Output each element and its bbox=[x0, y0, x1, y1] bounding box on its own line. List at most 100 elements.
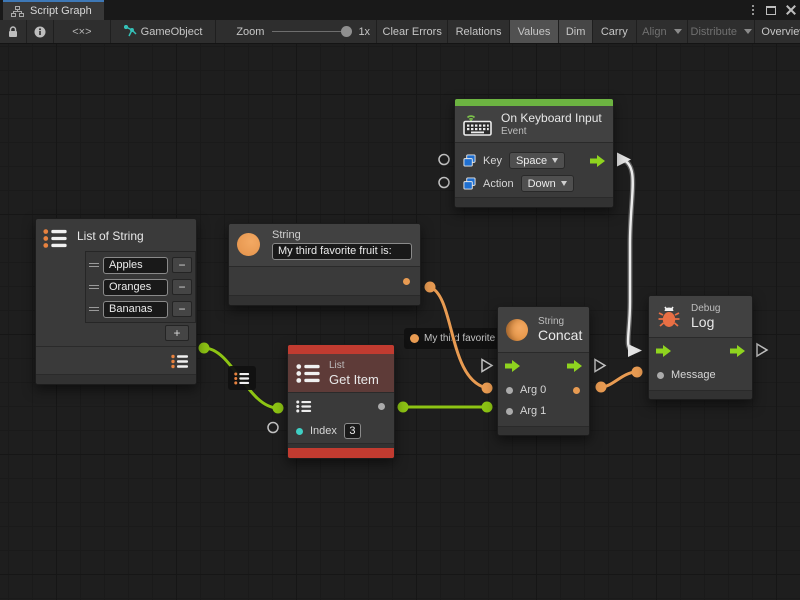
graph-toolbar: <×> GameObject Zoom 1x Clear Errors Rela… bbox=[0, 20, 800, 44]
info-icon bbox=[34, 26, 46, 38]
list-item-field[interactable]: Apples bbox=[103, 257, 168, 274]
key-dropdown[interactable]: Space bbox=[509, 152, 565, 169]
getitem-list-input-port[interactable] bbox=[273, 403, 284, 414]
message-port-dot-icon[interactable] bbox=[657, 372, 664, 379]
node-debug-log[interactable]: Debug Log Message bbox=[648, 295, 753, 400]
string-type-icon bbox=[237, 233, 260, 256]
arg1-port-dot-icon[interactable] bbox=[506, 408, 513, 415]
node-subtitle: Event bbox=[501, 126, 602, 138]
list-icon-white bbox=[296, 363, 321, 384]
node-title: Log bbox=[691, 315, 720, 330]
node-footer bbox=[498, 426, 589, 435]
result-output-dot-icon[interactable] bbox=[573, 387, 580, 394]
lock-button[interactable] bbox=[0, 20, 27, 43]
list-icon bbox=[234, 372, 250, 385]
index-field[interactable]: 3 bbox=[344, 423, 361, 439]
values-toggle[interactable]: Values bbox=[510, 20, 560, 43]
getitem-index-input-port[interactable] bbox=[268, 423, 278, 433]
zoom-control: Zoom 1x bbox=[216, 20, 377, 43]
string-output-dot-icon[interactable] bbox=[403, 278, 410, 285]
window-menu-icon[interactable] bbox=[750, 3, 756, 17]
maximize-icon[interactable] bbox=[766, 6, 776, 15]
remove-item-button[interactable]: − bbox=[172, 301, 192, 317]
chevron-down-icon bbox=[561, 181, 567, 186]
flow-output-arrow-icon[interactable] bbox=[590, 155, 605, 167]
node-header: List Get Item bbox=[288, 354, 394, 392]
list-output-icon[interactable] bbox=[171, 354, 189, 369]
concat-result-output-port[interactable] bbox=[596, 382, 607, 393]
title-bar: Script Graph bbox=[0, 0, 800, 20]
inline-value-icon bbox=[463, 177, 476, 190]
flow-output-arrow-icon[interactable] bbox=[567, 360, 582, 372]
item-output-dot-icon[interactable] bbox=[378, 403, 385, 410]
node-on-keyboard-input[interactable]: On Keyboard Input Event Key Space bbox=[454, 98, 614, 208]
remove-item-button[interactable]: − bbox=[172, 257, 192, 273]
chevron-down-icon bbox=[744, 29, 752, 34]
distribute-dropdown[interactable]: Distribute bbox=[688, 20, 755, 43]
relations-button[interactable]: Relations bbox=[448, 20, 509, 43]
action-dropdown[interactable]: Down bbox=[521, 175, 574, 192]
remove-item-button[interactable]: − bbox=[172, 279, 192, 295]
zoom-label: Zoom bbox=[236, 26, 264, 38]
zoom-slider[interactable] bbox=[272, 31, 350, 32]
node-concat[interactable]: String Concat Arg 0 Arg 1 bbox=[497, 306, 590, 436]
graph-hierarchy-icon bbox=[11, 6, 24, 17]
arg1-label: Arg 1 bbox=[520, 405, 546, 417]
log-message-input-port[interactable] bbox=[632, 367, 643, 378]
node-footer bbox=[229, 295, 420, 305]
chevron-down-icon bbox=[674, 29, 682, 34]
flow-input-arrow-icon[interactable] bbox=[656, 345, 671, 357]
inspect-button[interactable] bbox=[27, 20, 54, 43]
flow-input-port-log[interactable] bbox=[628, 344, 642, 357]
wire-keyboard-to-log-flow[interactable] bbox=[622, 159, 633, 350]
getitem-item-output-port[interactable] bbox=[398, 402, 409, 413]
tab-script-graph[interactable]: Script Graph bbox=[3, 0, 104, 20]
gameobject-icon bbox=[124, 25, 137, 38]
gameobject-target[interactable]: GameObject bbox=[111, 20, 216, 43]
node-body: Index 3 bbox=[288, 392, 394, 443]
flow-input-arrow-icon[interactable] bbox=[505, 360, 520, 372]
node-list-of-string[interactable]: List of String Apples − Oranges − bbox=[35, 218, 197, 385]
message-label: Message bbox=[671, 369, 716, 381]
concat-flow-input-port[interactable] bbox=[482, 360, 492, 372]
concat-flow-output-port[interactable] bbox=[595, 360, 605, 372]
action-label: Action bbox=[483, 178, 514, 190]
drag-handle-icon[interactable] bbox=[89, 285, 99, 289]
align-dropdown[interactable]: Align bbox=[637, 20, 689, 43]
arg0-port-dot-icon[interactable] bbox=[506, 387, 513, 394]
overview-button[interactable]: Overview bbox=[755, 20, 800, 43]
code-preview-button[interactable]: <×> bbox=[54, 20, 111, 43]
string-type-dot-icon bbox=[410, 334, 419, 343]
flow-output-arrow-icon[interactable] bbox=[730, 345, 745, 357]
node-body: Key Space Action Do bbox=[455, 142, 613, 197]
graph-canvas[interactable]: My third favorite fr... bbox=[0, 44, 800, 600]
concat-arg1-input-port[interactable] bbox=[482, 402, 493, 413]
list-item-row: Apples − bbox=[89, 254, 192, 276]
int-port-dot-icon[interactable] bbox=[296, 428, 303, 435]
wire-concat-to-log[interactable] bbox=[601, 372, 637, 387]
keyboard-key-input-port[interactable] bbox=[439, 155, 449, 165]
drag-handle-icon[interactable] bbox=[89, 263, 99, 267]
index-input-row: Index 3 bbox=[288, 419, 394, 443]
zoom-slider-handle[interactable] bbox=[341, 26, 352, 37]
carry-toggle[interactable]: Carry bbox=[593, 20, 637, 43]
list-output-port[interactable] bbox=[199, 343, 210, 354]
list-items-editor: Apples − Oranges − Bananas − bbox=[85, 251, 196, 323]
list-item-field[interactable]: Bananas bbox=[103, 301, 168, 318]
node-string-literal[interactable]: String My third favorite fruit is: bbox=[228, 223, 421, 306]
clear-errors-button[interactable]: Clear Errors bbox=[377, 20, 448, 43]
keyboard-action-input-port[interactable] bbox=[439, 178, 449, 188]
close-icon[interactable] bbox=[786, 5, 796, 15]
drag-handle-icon[interactable] bbox=[89, 307, 99, 311]
node-body bbox=[229, 266, 420, 295]
tab-label: Script Graph bbox=[30, 5, 92, 17]
string-value-field[interactable]: My third favorite fruit is: bbox=[272, 243, 412, 260]
node-body: Message bbox=[649, 337, 752, 390]
log-flow-output-port[interactable] bbox=[757, 344, 767, 356]
add-item-button[interactable]: + bbox=[165, 325, 189, 341]
list-icon bbox=[43, 228, 68, 249]
node-get-item[interactable]: List Get Item Index 3 bbox=[287, 344, 395, 459]
list-item-field[interactable]: Oranges bbox=[103, 279, 168, 296]
dim-toggle[interactable]: Dim bbox=[559, 20, 593, 43]
list-port-icon[interactable] bbox=[296, 400, 312, 413]
